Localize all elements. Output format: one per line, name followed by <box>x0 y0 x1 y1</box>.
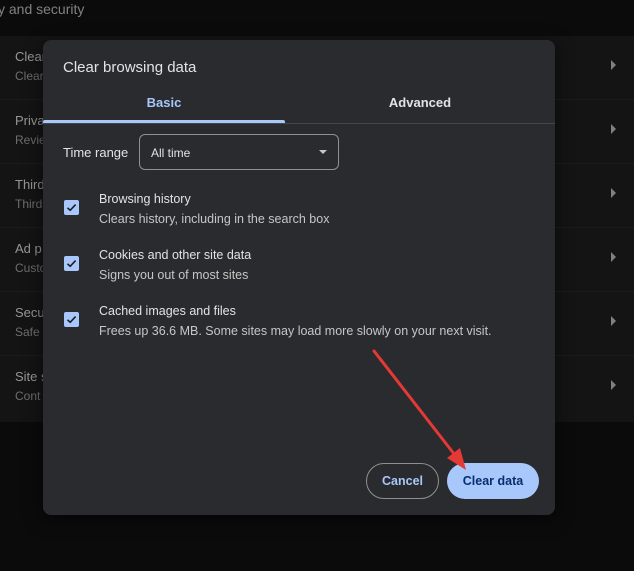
active-tab-indicator <box>43 120 285 123</box>
option-cached-images: Cached images and files Frees up 36.6 MB… <box>43 292 555 342</box>
dropdown-caret-icon <box>319 150 327 154</box>
option-cookies: Cookies and other site data Signs you ou… <box>43 236 555 286</box>
clear-data-button[interactable]: Clear data <box>447 463 539 499</box>
option-description: Clears history, including in the search … <box>99 212 330 226</box>
browsing-history-checkbox[interactable] <box>64 200 79 215</box>
clear-browsing-data-dialog: Clear browsing data Basic Advanced Time … <box>43 40 555 515</box>
time-range-value: All time <box>151 146 191 160</box>
option-title: Browsing history <box>99 192 191 206</box>
tab-basic[interactable]: Basic <box>43 88 285 124</box>
checkmark-icon <box>66 204 77 212</box>
tab-bar: Basic Advanced <box>43 88 555 124</box>
settings-page: y and security Clear Clear Priva Revie T… <box>0 0 634 571</box>
cached-images-checkbox[interactable] <box>64 312 79 327</box>
checkmark-icon <box>66 260 77 268</box>
option-title: Cached images and files <box>99 304 236 318</box>
checkmark-icon <box>66 316 77 324</box>
option-title: Cookies and other site data <box>99 248 252 262</box>
time-range-select[interactable]: All time <box>139 134 339 170</box>
option-description: Frees up 36.6 MB. Some sites may load mo… <box>99 324 492 338</box>
time-range-label: Time range <box>63 145 129 160</box>
option-browsing-history: Browsing history Clears history, includi… <box>43 180 555 230</box>
dialog-title: Clear browsing data <box>63 59 197 76</box>
tab-advanced[interactable]: Advanced <box>299 88 541 124</box>
cancel-button[interactable]: Cancel <box>366 463 439 499</box>
cookies-checkbox[interactable] <box>64 256 79 271</box>
option-description: Signs you out of most sites <box>99 268 249 282</box>
